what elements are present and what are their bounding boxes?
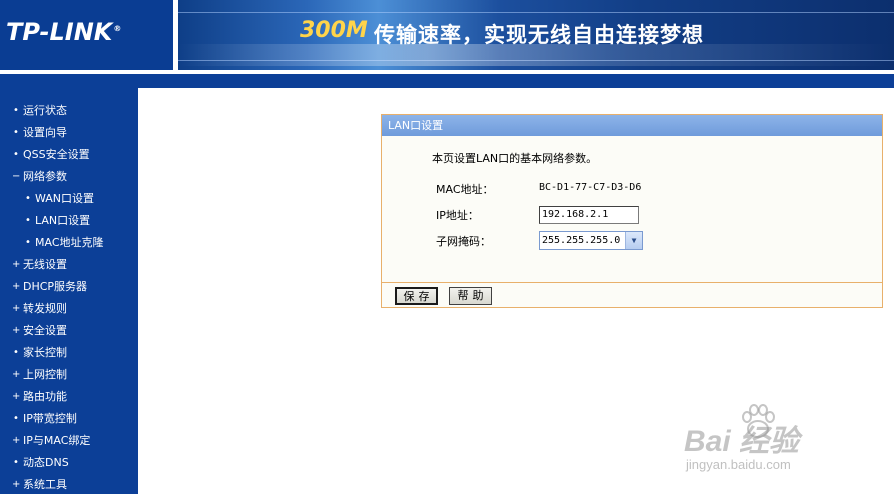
sidebar-item-network[interactable]: − 网络参数: [0, 166, 138, 188]
registered-mark: ®: [113, 24, 122, 33]
sidebar-item-ip-mac-binding[interactable]: + IP与MAC绑定: [0, 430, 138, 452]
expand-icon: +: [12, 479, 21, 490]
sidebar-item-label: QSS安全设置: [23, 148, 90, 161]
sidebar-item-status[interactable]: • 运行状态: [0, 100, 138, 122]
bullet-icon: •: [13, 413, 19, 424]
baidu-watermark: Bai 经验 jingyan.baidu.com: [684, 402, 884, 482]
top-band: [0, 74, 894, 88]
bullet-icon: •: [13, 347, 19, 358]
save-button[interactable]: 保存: [395, 287, 438, 305]
expand-icon: +: [12, 259, 21, 270]
sidebar-item-bandwidth[interactable]: • IP带宽控制: [0, 408, 138, 430]
expand-icon: +: [12, 435, 21, 446]
sidebar-item-label: WAN口设置: [35, 192, 95, 205]
bullet-icon: •: [13, 149, 19, 160]
sidebar-item-wizard[interactable]: • 设置向导: [0, 122, 138, 144]
sidebar-item-dhcp[interactable]: + DHCP服务器: [0, 276, 138, 298]
banner-slogan: 传输速率，实现无线自由连接梦想: [374, 23, 704, 47]
header: TP-LINK® 300M 传输速率，实现无线自由连接梦想: [0, 0, 894, 70]
bullet-icon: •: [13, 105, 19, 116]
sidebar-item-label: 转发规则: [23, 302, 67, 315]
bullet-icon: •: [13, 457, 19, 468]
chevron-down-icon[interactable]: ▼: [625, 232, 642, 249]
sidebar-item-label: DHCP服务器: [23, 280, 88, 293]
ip-address-input[interactable]: 192.168.2.1: [539, 206, 639, 224]
panel-description: 本页设置LAN口的基本网络参数。: [432, 152, 598, 165]
sidebar-item-label: 路由功能: [23, 390, 67, 403]
sidebar-item-label: 无线设置: [23, 258, 67, 271]
sidebar-item-label: 系统工具: [23, 478, 67, 491]
sidebar-item-forwarding[interactable]: + 转发规则: [0, 298, 138, 320]
sidebar-item-parental[interactable]: • 家长控制: [0, 342, 138, 364]
sidebar-item-label: IP带宽控制: [23, 412, 77, 425]
sidebar-item-wan[interactable]: • WAN口设置: [0, 188, 138, 210]
mac-value: BC-D1-77-C7-D3-D6: [539, 182, 642, 193]
sidebar-item-system-tools[interactable]: + 系统工具: [0, 474, 138, 494]
sidebar-item-label: IP与MAC绑定: [23, 434, 91, 447]
sidebar-item-label: 安全设置: [23, 324, 67, 337]
sidebar-item-access-control[interactable]: + 上网控制: [0, 364, 138, 386]
bullet-icon: •: [13, 127, 19, 138]
sidebar-item-label: 动态DNS: [23, 456, 69, 469]
subnet-mask-select[interactable]: 255.255.255.0 ▼: [539, 231, 643, 250]
sidebar-item-label: LAN口设置: [35, 214, 91, 227]
sidebar-item-lan[interactable]: • LAN口设置: [0, 210, 138, 232]
tp-link-logo: TP-LINK®: [6, 18, 121, 46]
expand-icon: +: [12, 303, 21, 314]
bullet-icon: •: [25, 237, 31, 248]
sidebar-item-qss[interactable]: • QSS安全设置: [0, 144, 138, 166]
logo-area: TP-LINK®: [0, 0, 173, 70]
logo-text: TP-LINK: [6, 18, 113, 46]
sidebar-item-label: 上网控制: [23, 368, 67, 381]
sidebar-item-label: 网络参数: [23, 170, 67, 183]
sidebar-item-label: MAC地址克隆: [35, 236, 104, 249]
content-corner: [138, 88, 198, 148]
watermark-url: jingyan.baidu.com: [686, 457, 791, 472]
sidebar-item-label: 家长控制: [23, 346, 67, 359]
collapse-icon: −: [12, 171, 21, 182]
sidebar-item-mac-clone[interactable]: • MAC地址克隆: [0, 232, 138, 254]
sidebar-item-routing[interactable]: + 路由功能: [0, 386, 138, 408]
sidebar: • 运行状态 • 设置向导 • QSS安全设置 − 网络参数 • WAN口设置 • LAN口…: [0, 88, 138, 494]
banner-speed: 300M: [300, 18, 368, 43]
sidebar-item-wireless[interactable]: + 无线设置: [0, 254, 138, 276]
bullet-icon: •: [25, 193, 31, 204]
banner-line: [178, 12, 894, 13]
subnet-mask-label: 子网掩码：: [436, 235, 491, 248]
panel-divider: [382, 282, 882, 283]
banner: 300M 传输速率，实现无线自由连接梦想: [178, 0, 894, 70]
mac-label: MAC地址：: [436, 183, 494, 196]
watermark-brand: Bai 经验: [684, 425, 800, 458]
bullet-icon: •: [25, 215, 31, 226]
panel-title: LAN口设置: [382, 115, 882, 136]
expand-icon: +: [12, 391, 21, 402]
lan-settings-panel: LAN口设置 本页设置LAN口的基本网络参数。 MAC地址： BC-D1-77-…: [381, 114, 883, 308]
expand-icon: +: [12, 281, 21, 292]
subnet-mask-value: 255.255.255.0: [542, 235, 621, 246]
sidebar-item-label: 运行状态: [23, 104, 67, 117]
help-button[interactable]: 帮助: [449, 287, 492, 305]
sidebar-item-ddns[interactable]: • 动态DNS: [0, 452, 138, 474]
expand-icon: +: [12, 369, 21, 380]
sidebar-item-security[interactable]: + 安全设置: [0, 320, 138, 342]
expand-icon: +: [12, 325, 21, 336]
sidebar-item-label: 设置向导: [23, 126, 67, 139]
ip-label: IP地址：: [436, 209, 479, 222]
